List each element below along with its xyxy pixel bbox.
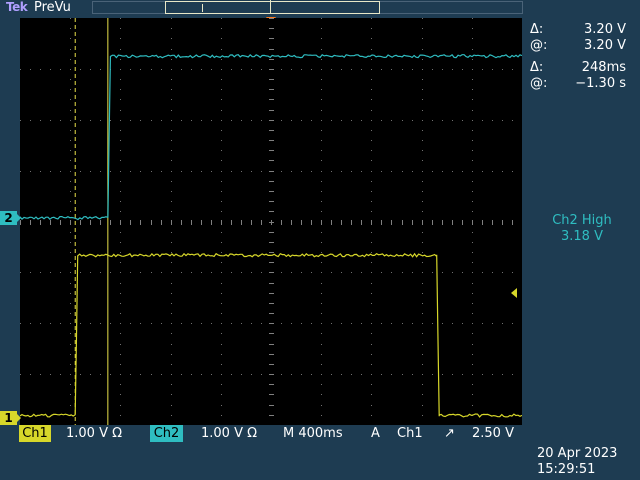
trigger-level: 2.50 V — [472, 425, 514, 442]
record-view-window[interactable] — [165, 1, 380, 14]
cursor-voltage-delta-value: 3.20 V — [584, 22, 626, 37]
ch2-ground-marker[interactable]: 2 — [0, 211, 17, 225]
bottom-status-bar: Ch1 1.00 V Ω Ch2 1.00 V Ω M 400ms A Ch1 … — [0, 425, 640, 443]
waveform-graticule[interactable] — [20, 18, 522, 425]
acquisition-mode: PreVu — [34, 0, 71, 15]
record-view-tick — [202, 4, 203, 12]
trigger-source: Ch1 — [397, 425, 423, 442]
timebase: M 400ms — [283, 425, 343, 442]
time: 15:29:51 — [537, 462, 595, 477]
measurement-label: Ch2 High — [524, 213, 640, 228]
ch1-ground-marker[interactable]: 1 — [0, 411, 17, 425]
ch1-label[interactable]: Ch1 — [19, 425, 51, 442]
trigger-level-arrow-icon[interactable] — [511, 288, 517, 298]
cursor-time-at: @: −1.30 s — [530, 76, 626, 92]
ch2-label[interactable]: Ch2 — [150, 425, 183, 442]
ch1-scale: 1.00 V Ω — [66, 425, 122, 442]
date: 20 Apr 2023 — [537, 446, 617, 461]
waveform-traces — [20, 18, 522, 425]
cursor-time-at-value: −1.30 s — [575, 76, 626, 91]
measurement-value: 3.18 V — [524, 229, 640, 244]
at-symbol: @: — [530, 38, 547, 53]
brand-logo: Tek — [6, 0, 27, 14]
cursor-voltage-delta: Δ: 3.20 V — [530, 22, 626, 38]
ch2-trace — [20, 55, 522, 220]
cursor-time-delta: Δ: 248ms — [530, 60, 626, 76]
ch2-scale: 1.00 V Ω — [201, 425, 257, 442]
top-status-bar: Tek PreVu — [0, 0, 640, 18]
delta-symbol: Δ: — [530, 60, 543, 75]
rising-edge-icon: ↗ — [444, 425, 455, 442]
ch1-trace — [20, 254, 522, 417]
cursor-voltage-at-value: 3.20 V — [584, 38, 626, 53]
record-view-center-tick — [270, 0, 271, 13]
cursor-time-delta-value: 248ms — [582, 60, 626, 75]
delta-symbol: Δ: — [530, 22, 543, 37]
cursor-voltage-at: @: 3.20 V — [530, 38, 626, 54]
at-symbol: @: — [530, 76, 547, 91]
trigger-mode: A — [371, 425, 380, 442]
